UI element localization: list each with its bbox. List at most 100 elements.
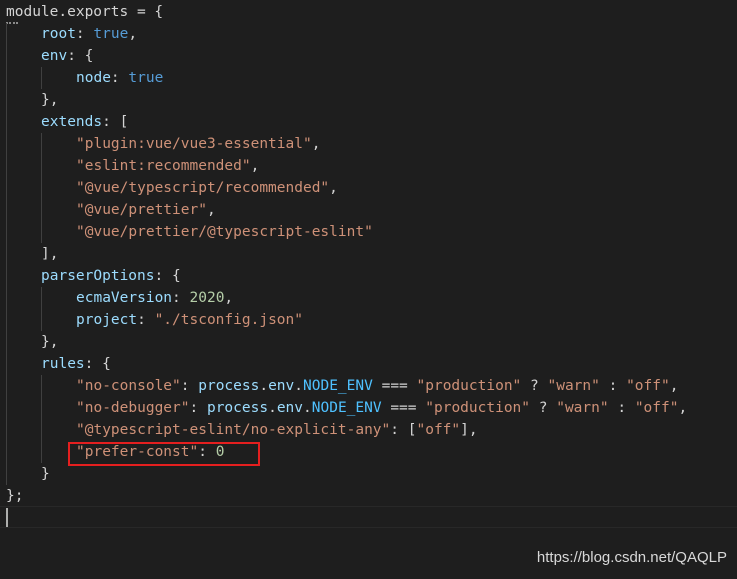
code-line[interactable]: "@vue/prettier", [0, 199, 737, 221]
code-text: env: { [41, 45, 93, 67]
indent-guide [6, 353, 7, 375]
code-text: "@vue/prettier", [76, 199, 216, 221]
code-line[interactable]: node: true [0, 67, 737, 89]
code-token: : [ [390, 422, 417, 438]
code-token: : [189, 400, 207, 416]
code-token: "no-debugger" [76, 400, 190, 416]
watermark-text: https://blog.csdn.net/QAQLP [536, 549, 727, 566]
code-line[interactable]: } [0, 463, 737, 485]
indent-guide [6, 177, 7, 199]
code-token: , [206, 202, 216, 218]
indent-guide [6, 419, 7, 441]
indent-guide [6, 441, 7, 463]
code-line[interactable] [0, 507, 737, 529]
code-text: "@typescript-eslint/no-explicit-any": ["… [76, 419, 478, 441]
code-line[interactable]: module.exports = { [0, 1, 737, 23]
code-token: : [608, 400, 635, 416]
code-line[interactable]: "@vue/prettier/@typescript-eslint" [0, 221, 737, 243]
code-token: extends [41, 114, 103, 130]
code-text: }; [6, 485, 23, 507]
code-line[interactable]: rules: { [0, 353, 737, 375]
code-editor[interactable]: module.exports = {root: true, env: {node:… [0, 0, 737, 579]
code-line[interactable]: "@vue/typescript/recommended", [0, 177, 737, 199]
code-token: "@vue/prettier/@typescript-eslint" [76, 224, 373, 240]
code-token: env [276, 400, 304, 416]
indent-guide [6, 111, 7, 133]
code-text: node: true [76, 67, 163, 89]
code-token: "warn" [547, 378, 600, 394]
code-text: }, [41, 89, 58, 111]
code-token: , [329, 180, 338, 196]
code-token: : [ [102, 114, 129, 130]
code-token: }, [41, 92, 59, 108]
code-token: "@vue/typescript/recommended" [76, 180, 330, 196]
code-text: "prefer-const": 0 [76, 441, 224, 463]
code-token: }, [41, 334, 59, 350]
code-token: "./tsconfig.json" [154, 312, 303, 328]
code-token: ecmaVersion [76, 290, 173, 306]
code-token: true [93, 26, 129, 42]
code-line[interactable]: parserOptions: { [0, 265, 737, 287]
indent-guide [6, 397, 7, 419]
code-token: . [268, 400, 277, 416]
code-token: : [137, 312, 155, 328]
code-line[interactable]: ], [0, 243, 737, 265]
code-token: , [311, 136, 321, 152]
indent-guide [41, 309, 42, 331]
indent-guide [6, 67, 7, 89]
indent-guide [41, 199, 42, 221]
code-token: NODE_ENV [303, 378, 373, 394]
code-text: "no-debugger": process.env.NODE_ENV === … [76, 397, 687, 419]
code-line[interactable]: }, [0, 331, 737, 353]
code-token: , [678, 400, 688, 416]
code-text: }, [41, 331, 58, 353]
indent-guide [41, 155, 42, 177]
code-text: root: true, [41, 23, 137, 45]
indent-guide [6, 331, 7, 353]
indent-guide [6, 309, 7, 331]
code-token: "no-console" [76, 378, 181, 394]
code-text: ecmaVersion: 2020, [76, 287, 233, 309]
code-token: . [303, 400, 312, 416]
code-line[interactable]: extends: [ [0, 111, 737, 133]
code-text: "no-console": process.env.NODE_ENV === "… [76, 375, 678, 397]
code-line[interactable]: "eslint:recommended", [0, 155, 737, 177]
indent-guide [41, 287, 42, 309]
indent-guide [41, 221, 42, 243]
code-token: } [41, 466, 50, 482]
code-text: ], [41, 243, 58, 265]
code-text: extends: [ [41, 111, 128, 133]
code-token: module.exports [6, 4, 129, 20]
code-token: 2020 [189, 290, 225, 306]
code-token: "off" [634, 400, 679, 416]
code-line[interactable]: }; [0, 485, 737, 507]
code-line[interactable]: root: true, [0, 23, 737, 45]
code-line[interactable]: ecmaVersion: 2020, [0, 287, 737, 309]
code-text: "plugin:vue/vue3-essential", [76, 133, 320, 155]
code-line[interactable]: "plugin:vue/vue3-essential", [0, 133, 737, 155]
code-token: : [75, 26, 94, 42]
code-token: "eslint:recommended" [76, 158, 251, 174]
code-line[interactable]: "@typescript-eslint/no-explicit-any": ["… [0, 419, 737, 441]
code-line[interactable]: }, [0, 89, 737, 111]
code-token: "@vue/prettier" [76, 202, 207, 218]
code-token: process [206, 400, 269, 416]
code-line[interactable]: env: { [0, 45, 737, 67]
code-line[interactable]: "prefer-const": 0 [0, 441, 737, 463]
code-line[interactable]: project: "./tsconfig.json" [0, 309, 737, 331]
indent-guide [6, 375, 7, 397]
code-token: , [128, 26, 138, 42]
code-token: : { [67, 48, 94, 64]
indent-guide [41, 441, 42, 463]
code-line[interactable]: "no-debugger": process.env.NODE_ENV === … [0, 397, 737, 419]
code-token: ? [530, 400, 557, 416]
code-token: 0 [215, 444, 225, 460]
indent-guide [6, 155, 7, 177]
indent-guide [41, 397, 42, 419]
code-text: parserOptions: { [41, 265, 181, 287]
code-line[interactable]: "no-console": process.env.NODE_ENV === "… [0, 375, 737, 397]
code-token: process [198, 378, 260, 394]
code-token: node [76, 70, 111, 86]
code-token: "off" [626, 378, 670, 394]
code-text: module.exports = { [6, 1, 163, 23]
